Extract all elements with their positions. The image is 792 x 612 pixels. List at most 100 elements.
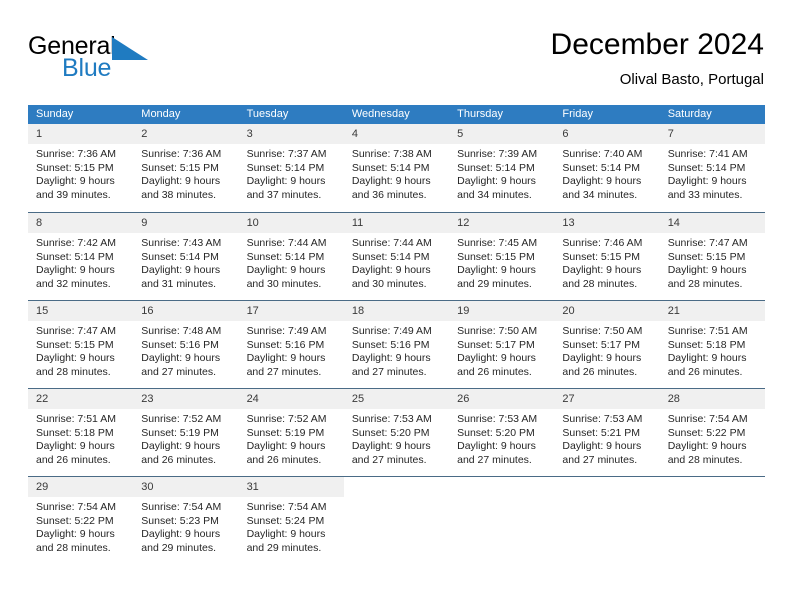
day-details: Sunrise: 7:39 AM Sunset: 5:14 PM Daylight:… bbox=[449, 144, 554, 202]
daylight-text-line1: Daylight: 9 hours bbox=[457, 264, 536, 276]
day-cell[interactable]: 21 Sunrise: 7:51 AM Sunset: 5:18 PM Dayligh… bbox=[659, 301, 765, 388]
daylight-text-line1: Daylight: 9 hours bbox=[562, 352, 642, 364]
sunrise-text: Sunrise: 7:36 AM bbox=[36, 148, 116, 160]
day-cell[interactable]: 24 Sunrise: 7:52 AM Sunset: 5:19 PM Dayligh… bbox=[238, 389, 344, 476]
day-cell[interactable]: 28 Sunrise: 7:54 AM Sunset: 5:22 PM Dayligh… bbox=[659, 389, 765, 476]
day-cell[interactable]: 15 Sunrise: 7:47 AM Sunset: 5:15 PM Dayligh… bbox=[28, 301, 134, 388]
weekday-tuesday: Tuesday bbox=[246, 108, 289, 120]
day-cell[interactable]: 22 Sunrise: 7:51 AM Sunset: 5:18 PM Dayligh… bbox=[28, 389, 134, 476]
daylight-text-line1: Daylight: 9 hours bbox=[667, 440, 747, 452]
day-cell[interactable]: 11 Sunrise: 7:44 AM Sunset: 5:14 PM Dayligh… bbox=[343, 213, 450, 300]
daylight-text-line1: Daylight: 9 hours bbox=[562, 264, 642, 276]
day-details: Sunrise: 7:50 AM Sunset: 5:17 PM Daylight:… bbox=[554, 321, 659, 379]
daylight-text-line1: Daylight: 9 hours bbox=[36, 264, 115, 276]
day-cell[interactable]: 18 Sunrise: 7:49 AM Sunset: 5:16 PM Dayligh… bbox=[343, 301, 450, 388]
sunset-text: Sunset: 5:23 PM bbox=[141, 514, 219, 527]
day-cell[interactable]: 26 Sunrise: 7:53 AM Sunset: 5:20 PM Dayligh… bbox=[449, 389, 555, 476]
sunrise-text: Sunrise: 7:45 AM bbox=[457, 237, 538, 249]
day-cell[interactable]: 23 Sunrise: 7:52 AM Sunset: 5:19 PM Dayligh… bbox=[133, 389, 239, 476]
daylight-text-line2: and 28 minutes. bbox=[36, 541, 111, 554]
sunset-text: Sunset: 5:15 PM bbox=[457, 250, 535, 263]
day-number-band: 15 bbox=[28, 301, 134, 321]
day-number: 26 bbox=[457, 393, 470, 405]
day-number-band: 12 bbox=[449, 213, 555, 233]
sunrise-text: Sunrise: 7:49 AM bbox=[351, 325, 432, 337]
sunrise-text: Sunrise: 7:53 AM bbox=[562, 413, 643, 425]
day-number-band: 8 bbox=[28, 213, 134, 233]
sunset-text: Sunset: 5:22 PM bbox=[667, 426, 746, 439]
daylight-text-line2: and 34 minutes. bbox=[562, 188, 638, 201]
day-cell[interactable]: 19 Sunrise: 7:50 AM Sunset: 5:17 PM Dayligh… bbox=[449, 301, 555, 388]
daylight-text-line1: Daylight: 9 hours bbox=[667, 264, 747, 276]
weeks-container: 1 Sunrise: 7:36 AM Sunset: 5:15 PM Daylight… bbox=[28, 124, 765, 564]
daylight-text-line1: Daylight: 9 hours bbox=[246, 264, 326, 276]
daylight-text-line2: and 26 minutes. bbox=[457, 365, 532, 378]
day-details: Sunrise: 7:43 AM Sunset: 5:14 PM Daylight:… bbox=[133, 233, 238, 291]
day-cell[interactable]: 4 Sunrise: 7:38 AM Sunset: 5:14 PM Daylight… bbox=[343, 124, 450, 212]
daylight-text-line2: and 28 minutes. bbox=[562, 277, 638, 290]
sunset-text: Sunset: 5:21 PM bbox=[562, 426, 641, 439]
day-number-band: 31 bbox=[238, 477, 344, 497]
daylight-text-line1: Daylight: 9 hours bbox=[562, 175, 642, 187]
day-number-band: 26 bbox=[449, 389, 555, 409]
day-details: Sunrise: 7:44 AM Sunset: 5:14 PM Daylight:… bbox=[239, 233, 344, 291]
general-blue-logo[interactable]: General Blue bbox=[28, 34, 208, 90]
daylight-text-line2: and 30 minutes. bbox=[246, 277, 322, 290]
daylight-text-line1: Daylight: 9 hours bbox=[36, 440, 115, 452]
sunset-text: Sunset: 5:14 PM bbox=[667, 161, 746, 174]
sunset-text: Sunset: 5:24 PM bbox=[246, 514, 325, 527]
day-cell[interactable]: 7 Sunrise: 7:41 AM Sunset: 5:14 PM Daylight… bbox=[659, 124, 765, 212]
sunset-text: Sunset: 5:15 PM bbox=[36, 338, 114, 351]
sunset-text: Sunset: 5:20 PM bbox=[351, 426, 430, 439]
day-number-band: 22 bbox=[28, 389, 134, 409]
sunrise-text: Sunrise: 7:52 AM bbox=[246, 413, 327, 425]
week-row: 29 Sunrise: 7:54 AM Sunset: 5:22 PM Dayligh… bbox=[28, 476, 765, 564]
sunset-text: Sunset: 5:19 PM bbox=[246, 426, 325, 439]
weekday-friday: Friday bbox=[562, 108, 593, 120]
day-number-band: 21 bbox=[659, 301, 765, 321]
day-details: Sunrise: 7:38 AM Sunset: 5:14 PM Daylight:… bbox=[344, 144, 449, 202]
day-number-band: 7 bbox=[659, 124, 765, 144]
day-cell-empty bbox=[659, 477, 765, 564]
daylight-text-line1: Daylight: 9 hours bbox=[457, 352, 536, 364]
day-details: Sunrise: 7:36 AM Sunset: 5:15 PM Daylight:… bbox=[28, 144, 133, 202]
day-cell[interactable]: 12 Sunrise: 7:45 AM Sunset: 5:15 PM Dayligh… bbox=[449, 213, 555, 300]
day-number: 13 bbox=[562, 217, 575, 229]
daylight-text-line1: Daylight: 9 hours bbox=[351, 264, 431, 276]
day-number-band: 11 bbox=[343, 213, 450, 233]
day-cell[interactable]: 6 Sunrise: 7:40 AM Sunset: 5:14 PM Daylight… bbox=[554, 124, 660, 212]
day-cell[interactable]: 9 Sunrise: 7:43 AM Sunset: 5:14 PM Daylight… bbox=[133, 213, 239, 300]
week-row: 8 Sunrise: 7:42 AM Sunset: 5:14 PM Daylight… bbox=[28, 212, 765, 300]
day-number: 30 bbox=[141, 481, 154, 493]
daylight-text-line2: and 36 minutes. bbox=[351, 188, 427, 201]
day-cell[interactable]: 16 Sunrise: 7:48 AM Sunset: 5:16 PM Dayligh… bbox=[133, 301, 239, 388]
day-cell[interactable]: 29 Sunrise: 7:54 AM Sunset: 5:22 PM Dayligh… bbox=[28, 477, 134, 564]
sunset-text: Sunset: 5:14 PM bbox=[246, 161, 325, 174]
day-cell[interactable]: 3 Sunrise: 7:37 AM Sunset: 5:14 PM Daylight… bbox=[238, 124, 344, 212]
day-cell[interactable]: 14 Sunrise: 7:47 AM Sunset: 5:15 PM Dayligh… bbox=[659, 213, 765, 300]
day-cell[interactable]: 13 Sunrise: 7:46 AM Sunset: 5:15 PM Dayligh… bbox=[554, 213, 660, 300]
day-cell[interactable]: 10 Sunrise: 7:44 AM Sunset: 5:14 PM Dayligh… bbox=[238, 213, 344, 300]
day-cell[interactable]: 2 Sunrise: 7:36 AM Sunset: 5:15 PM Daylight… bbox=[133, 124, 239, 212]
day-cell[interactable]: 5 Sunrise: 7:39 AM Sunset: 5:14 PM Daylight… bbox=[449, 124, 555, 212]
sunrise-text: Sunrise: 7:44 AM bbox=[246, 237, 327, 249]
daylight-text-line2: and 27 minutes. bbox=[351, 453, 427, 466]
day-number: 15 bbox=[36, 305, 49, 317]
day-cell[interactable]: 30 Sunrise: 7:54 AM Sunset: 5:23 PM Dayligh… bbox=[133, 477, 239, 564]
day-details: Sunrise: 7:44 AM Sunset: 5:14 PM Daylight:… bbox=[344, 233, 449, 291]
sunset-text: Sunset: 5:14 PM bbox=[457, 161, 535, 174]
day-cell[interactable]: 31 Sunrise: 7:54 AM Sunset: 5:24 PM Dayligh… bbox=[238, 477, 344, 564]
day-cell[interactable]: 1 Sunrise: 7:36 AM Sunset: 5:15 PM Daylight… bbox=[28, 124, 134, 212]
day-cell[interactable]: 27 Sunrise: 7:53 AM Sunset: 5:21 PM Dayligh… bbox=[554, 389, 660, 476]
day-number: 2 bbox=[141, 128, 148, 140]
day-cell[interactable]: 20 Sunrise: 7:50 AM Sunset: 5:17 PM Dayligh… bbox=[554, 301, 660, 388]
day-cell[interactable]: 8 Sunrise: 7:42 AM Sunset: 5:14 PM Daylight… bbox=[28, 213, 134, 300]
day-number: 16 bbox=[141, 305, 154, 317]
daylight-text-line2: and 27 minutes. bbox=[457, 453, 532, 466]
sunset-text: Sunset: 5:14 PM bbox=[141, 250, 219, 263]
day-details: Sunrise: 7:48 AM Sunset: 5:16 PM Daylight:… bbox=[133, 321, 238, 379]
daylight-text-line2: and 28 minutes. bbox=[667, 453, 743, 466]
day-cell[interactable]: 25 Sunrise: 7:53 AM Sunset: 5:20 PM Dayligh… bbox=[343, 389, 450, 476]
day-details: Sunrise: 7:49 AM Sunset: 5:16 PM Daylight:… bbox=[239, 321, 344, 379]
day-cell[interactable]: 17 Sunrise: 7:49 AM Sunset: 5:16 PM Dayligh… bbox=[238, 301, 344, 388]
